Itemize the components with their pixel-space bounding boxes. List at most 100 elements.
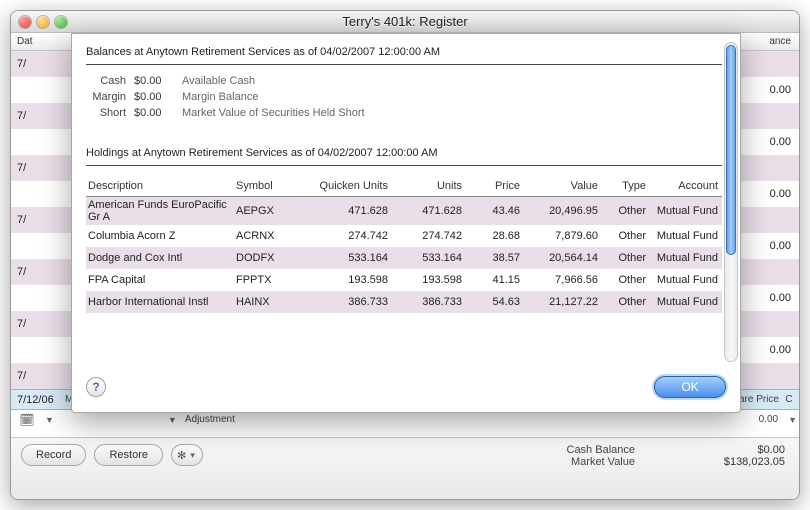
cell-quicken-units: 471.628 — [304, 205, 388, 217]
cell-type: Other — [598, 205, 646, 217]
col-quicken-units[interactable]: Quicken Units — [304, 180, 388, 192]
cell-units: 471.628 — [388, 205, 462, 217]
cell-description: Harbor International Instl — [86, 296, 236, 308]
holdings-row[interactable]: Columbia Acorn Z ACRNX 274.742 274.742 2… — [86, 225, 722, 247]
cell-account: Mutual Fund — [646, 274, 722, 286]
cell-description: Columbia Acorn Z — [86, 230, 236, 242]
cell-price: 38.57 — [462, 252, 520, 264]
bottom-toolbar: Record Restore ✻▾ Cash Balance $0.00 Mar… — [11, 437, 799, 499]
calendar-icon[interactable]: 🗓 — [19, 413, 34, 427]
balance-label: Margin — [86, 91, 134, 103]
cell-value: 20,496.95 — [520, 205, 598, 217]
gear-icon: ✻ — [177, 449, 186, 462]
cell-account: Mutual Fund — [646, 252, 722, 264]
holdings-heading: Holdings at Anytown Retirement Services … — [86, 147, 722, 159]
edit-c: C — [779, 394, 799, 405]
cell-units: 386.733 — [388, 296, 462, 308]
adjustment-label[interactable]: Adjustment — [179, 414, 241, 425]
record-button[interactable]: Record — [21, 444, 86, 466]
market-value-label: Market Value — [571, 456, 635, 468]
balance-desc: Available Cash — [176, 75, 255, 87]
holdings-row[interactable]: Harbor International Instl HAINX 386.733… — [86, 291, 722, 313]
divider — [86, 165, 722, 166]
balances-sheet: Balances at Anytown Retirement Services … — [71, 33, 741, 413]
scrollbar-thumb[interactable] — [726, 45, 736, 255]
divider — [86, 64, 722, 65]
window-title: Terry's 401k: Register — [11, 14, 799, 29]
holdings-header: Description Symbol Quicken Units Units P… — [86, 176, 722, 197]
cell-symbol: DODFX — [236, 252, 304, 264]
sheet-footer: ? OK — [86, 372, 726, 402]
summary-values: Cash Balance $0.00 Market Value $138,023… — [567, 444, 786, 468]
app-window: Terry's 401k: Register Dat ance 7/ 0.00 … — [10, 10, 800, 500]
chevron-down-icon[interactable]: ▼ — [786, 415, 799, 425]
col-symbol[interactable]: Symbol — [236, 180, 304, 192]
column-date[interactable]: Dat — [11, 36, 61, 47]
holdings-row[interactable]: Dodge and Cox Intl DODFX 533.164 533.164… — [86, 247, 722, 269]
balance-row: Cash $0.00 Available Cash — [86, 75, 722, 87]
balance-row: Margin $0.00 Margin Balance — [86, 91, 722, 103]
cell-description: Dodge and Cox Intl — [86, 252, 236, 264]
help-icon: ? — [92, 380, 99, 394]
cash-balance-value: $0.00 — [695, 444, 785, 456]
col-type[interactable]: Type — [598, 180, 646, 192]
col-account[interactable]: Account — [646, 180, 722, 192]
cell-account: Mutual Fund — [646, 230, 722, 242]
actions-menu-button[interactable]: ✻▾ — [171, 444, 203, 466]
cell-symbol: AEPGX — [236, 205, 304, 217]
cell-symbol: HAINX — [236, 296, 304, 308]
cell-value: 21,127.22 — [520, 296, 598, 308]
balance-value: $0.00 — [134, 91, 176, 103]
balance-value: $0.00 — [134, 75, 176, 87]
chevron-down-icon[interactable]: ▼ — [43, 415, 56, 425]
cell-type: Other — [598, 230, 646, 242]
amount-value[interactable]: 0.00 — [726, 414, 786, 425]
balance-desc: Margin Balance — [176, 91, 258, 103]
cell-value: 7,879.60 — [520, 230, 598, 242]
col-units[interactable]: Units — [388, 180, 462, 192]
balance-row: Short $0.00 Market Value of Securities H… — [86, 107, 722, 119]
balances-heading: Balances at Anytown Retirement Services … — [86, 46, 722, 58]
cell-value: 20,564.14 — [520, 252, 598, 264]
cell-units: 193.598 — [388, 274, 462, 286]
holdings-row[interactable]: American Funds EuroPacific Gr A AEPGX 47… — [86, 197, 722, 225]
cell-price: 28.68 — [462, 230, 520, 242]
balance-value: $0.00 — [134, 107, 176, 119]
cell-type: Other — [598, 296, 646, 308]
cell-price: 41.15 — [462, 274, 520, 286]
cell-units: 274.742 — [388, 230, 462, 242]
cell-quicken-units: 274.742 — [304, 230, 388, 242]
cell-price: 54.63 — [462, 296, 520, 308]
cell-type: Other — [598, 252, 646, 264]
balance-label: Short — [86, 107, 134, 119]
cell-account: Mutual Fund — [646, 296, 722, 308]
cash-balance-label: Cash Balance — [567, 444, 636, 456]
col-description[interactable]: Description — [86, 180, 236, 192]
cell-type: Other — [598, 274, 646, 286]
market-value-value: $138,023.05 — [695, 456, 785, 468]
cell-description: FPA Capital — [86, 274, 236, 286]
cell-symbol: ACRNX — [236, 230, 304, 242]
cell-units: 533.164 — [388, 252, 462, 264]
help-button[interactable]: ? — [86, 377, 106, 397]
restore-button[interactable]: Restore — [94, 444, 163, 466]
cell-quicken-units: 533.164 — [304, 252, 388, 264]
cell-price: 43.46 — [462, 205, 520, 217]
sheet-scrollbar[interactable] — [724, 42, 738, 362]
cell-quicken-units: 386.733 — [304, 296, 388, 308]
balance-label: Cash — [86, 75, 134, 87]
chevron-down-icon[interactable]: ▼ — [166, 415, 179, 425]
column-balance[interactable]: ance — [749, 36, 799, 47]
col-price[interactable]: Price — [462, 180, 520, 192]
col-value[interactable]: Value — [520, 180, 598, 192]
cell-account: Mutual Fund — [646, 205, 722, 217]
cell-symbol: FPPTX — [236, 274, 304, 286]
cell-description: American Funds EuroPacific Gr A — [86, 199, 236, 223]
cell-value: 7,966.56 — [520, 274, 598, 286]
titlebar: Terry's 401k: Register — [11, 11, 799, 33]
cell-quicken-units: 193.598 — [304, 274, 388, 286]
holdings-row[interactable]: FPA Capital FPPTX 193.598 193.598 41.15 … — [86, 269, 722, 291]
ok-button[interactable]: OK — [654, 376, 726, 398]
edit-date[interactable]: 7/12/06 — [11, 394, 65, 406]
chevron-down-icon: ▾ — [188, 450, 197, 461]
